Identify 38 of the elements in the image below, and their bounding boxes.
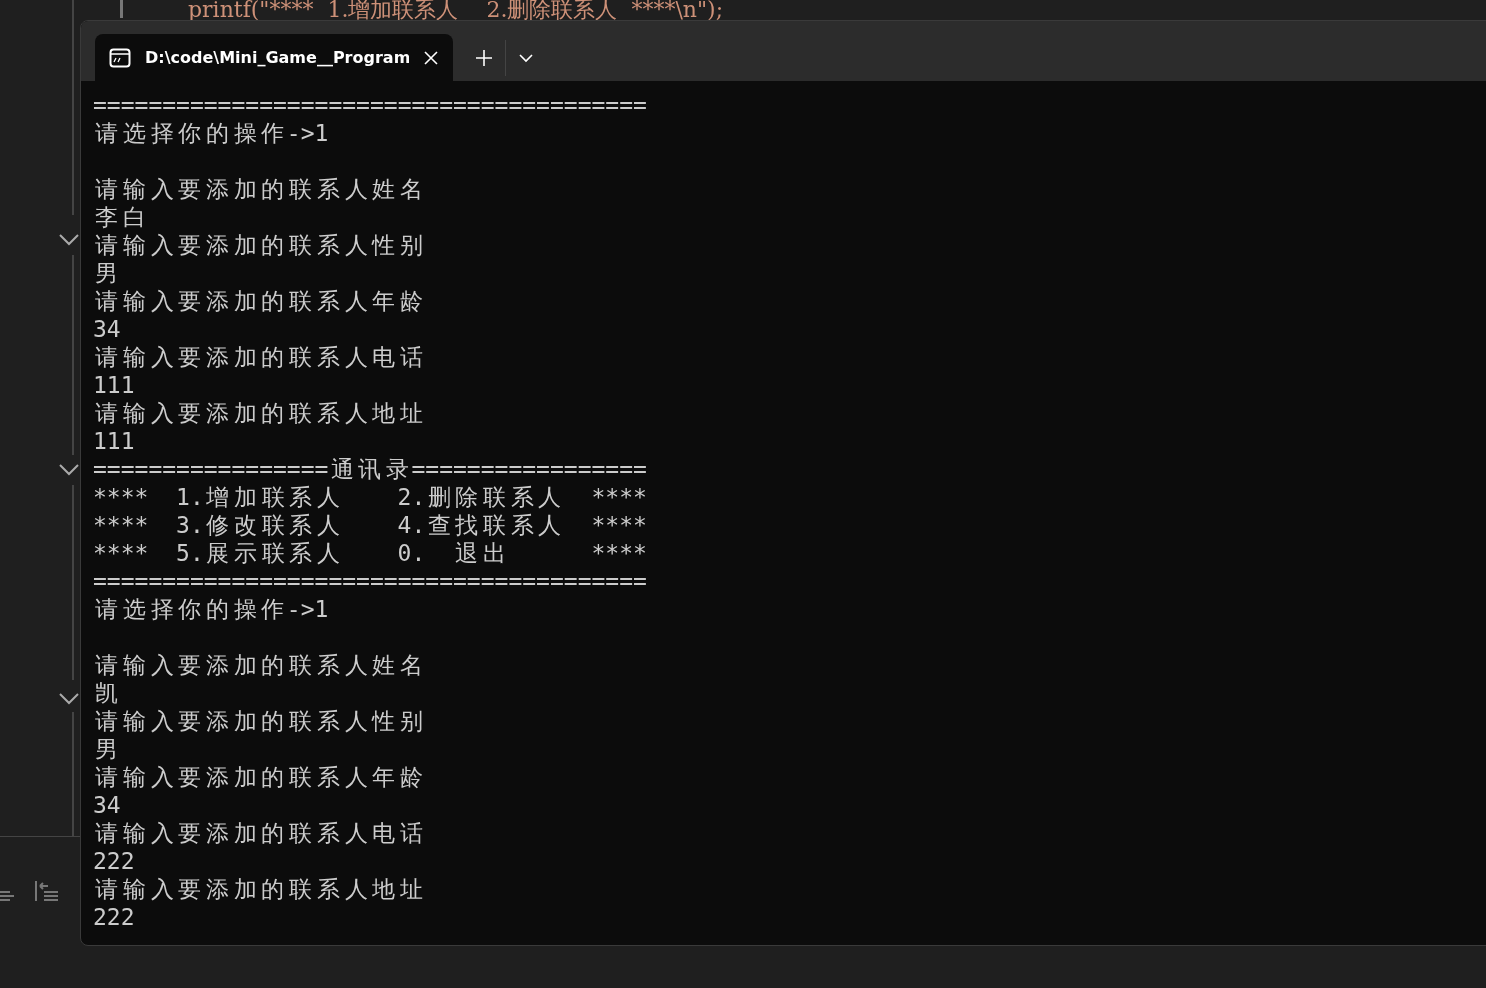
console-line: **** 5.展示联系人 0. 退出 **** [93,539,647,567]
chevron-down-icon[interactable] [518,52,534,63]
console-line: 请输入要添加的联系人年龄 [94,287,424,315]
console-line: 请输入要添加的联系人电话 [94,343,424,371]
console-line: 凯 [94,679,120,707]
console-line: 请输入要添加的联系人年龄 [94,763,424,791]
console-line: 李白 [94,203,148,231]
console-line: ======================================== [93,91,647,119]
console-line: 请输入要添加的联系人电话 [94,819,424,847]
console-line: 男 [94,735,120,763]
tab-title: D:\code\Mini_Game__Program [145,48,409,67]
console-line: 请选择你的操作->1 [94,595,329,623]
console-line: 111 [93,371,135,399]
fold-chevron-icon[interactable] [58,691,80,705]
console-line: 请输入要添加的联系人地址 [94,875,424,903]
fold-chevron-icon[interactable] [58,462,80,476]
plus-icon[interactable] [475,48,493,67]
console-line: **** 3.修改联系人 4.查找联系人 **** [93,511,647,539]
console-line: 请输入要添加的联系人性别 [94,231,424,259]
console-line: 请输入要添加的联系人姓名 [94,651,424,679]
terminal-tab[interactable]: D:\code\Mini_Game__Program [95,34,453,81]
console-line: 222 [93,903,135,931]
fold-chevron-icon[interactable] [58,232,80,246]
outdent-icon[interactable] [34,880,60,902]
console-line: 男 [94,259,120,287]
console-line: **** 1.增加联系人 2.删除联系人 **** [93,483,647,511]
console-line: 请输入要添加的联系人性别 [94,707,424,735]
console-line: 请选择你的操作->1 [94,119,329,147]
console-line: 111 [93,427,135,455]
console-line: 请输入要添加的联系人地址 [94,399,424,427]
console-line: 34 [93,791,121,819]
console-line: 34 [93,315,121,343]
console-line: =================通讯录================= [93,455,647,483]
console-icon [109,46,131,69]
console-line: ======================================== [93,567,647,595]
close-icon[interactable] [423,49,439,66]
console-line: 222 [93,847,135,875]
console-line: 请输入要添加的联系人姓名 [94,175,424,203]
